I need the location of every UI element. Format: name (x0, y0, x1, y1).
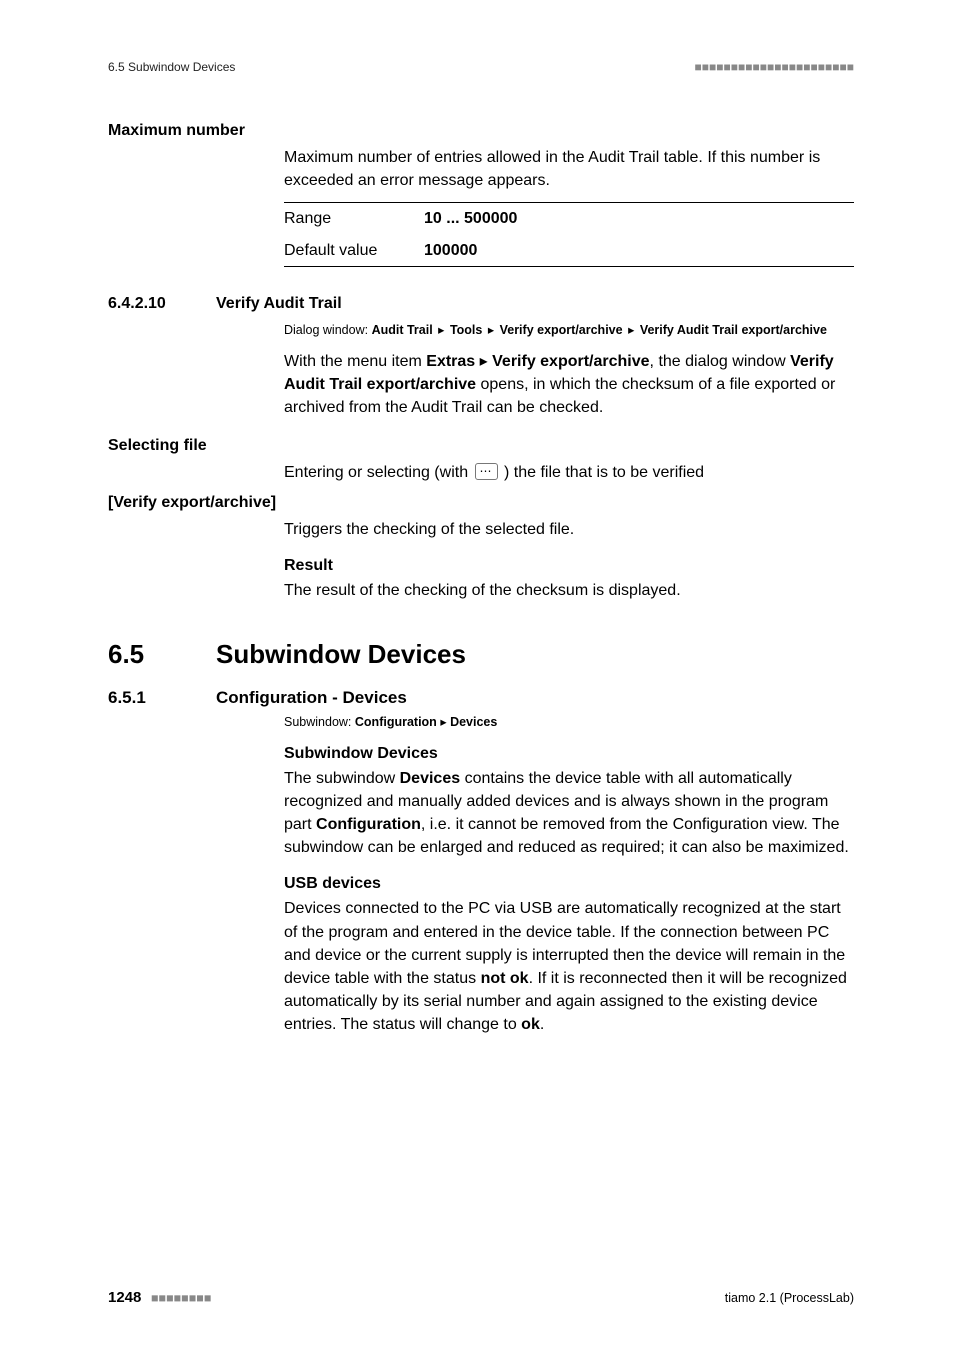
path-part: Verify Audit Trail export/archive (640, 323, 827, 337)
page-footer: 1248 ■■■■■■■■ tiamo 2.1 (ProcessLab) (108, 1289, 854, 1306)
ellipsis-icon: ⋯ (475, 463, 498, 480)
chevron-right-icon: ▸ (436, 321, 446, 340)
section-title: Configuration - Devices (216, 688, 407, 708)
subwindow-devices-body: The subwindow Devices contains the devic… (284, 767, 854, 860)
section-title: Subwindow Devices (216, 639, 466, 670)
maximum-number-desc: Maximum number of entries allowed in the… (284, 146, 854, 192)
path-prefix: Subwindow: (284, 715, 351, 729)
heading-selecting-file: Selecting file (108, 437, 854, 455)
running-header: 6.5 Subwindow Devices ■■■■■■■■■■■■■■■■■■… (108, 60, 854, 74)
result-body: The result of the checking of the checks… (284, 579, 854, 602)
footer-left: 1248 ■■■■■■■■ (108, 1289, 211, 1306)
result-desc: The result of the checking of the checks… (284, 579, 854, 602)
range-value: 10 ... 500000 (424, 203, 854, 235)
section-number: 6.5 (108, 639, 216, 670)
heading-subwindow-devices: Subwindow Devices (284, 745, 854, 763)
verify-audit-trail-paragraph: With the menu item Extras ▸ Verify expor… (284, 350, 854, 420)
default-label: Default value (284, 235, 424, 267)
table-row: Default value 100000 (284, 235, 854, 267)
section-title: Verify Audit Trail (216, 295, 342, 313)
section-6-5-1: 6.5.1 Configuration - Devices (108, 688, 854, 708)
section-6-5: 6.5 Subwindow Devices (108, 639, 854, 670)
subwindow-devices-paragraph: The subwindow Devices contains the devic… (284, 767, 854, 860)
verify-export-archive-body: Triggers the checking of the selected fi… (284, 518, 854, 541)
heading-result: Result (284, 557, 854, 575)
table-row: Range 10 ... 500000 (284, 203, 854, 235)
path-part: Configuration (355, 715, 437, 729)
maximum-number-body: Maximum number of entries allowed in the… (284, 146, 854, 267)
range-table: Range 10 ... 500000 Default value 100000 (284, 202, 854, 266)
footer-dots: ■■■■■■■■ (151, 1291, 211, 1305)
chevron-right-icon: ▸ (440, 715, 446, 729)
verify-export-archive-desc: Triggers the checking of the selected fi… (284, 518, 854, 541)
page-number: 1248 (108, 1289, 141, 1306)
range-label: Range (284, 203, 424, 235)
path-prefix: Dialog window: (284, 323, 368, 337)
path-part: Devices (450, 715, 497, 729)
heading-verify-export-archive: [Verify export/archive] (108, 494, 854, 512)
path-part: Tools (450, 323, 482, 337)
usb-devices-paragraph: Devices connected to the PC via USB are … (284, 897, 854, 1036)
subwindow-path: Subwindow: Configuration ▸ Devices (284, 714, 854, 729)
verify-audit-trail-body: With the menu item Extras ▸ Verify expor… (284, 350, 854, 420)
dialog-window-path: Dialog window: Audit Trail ▸ Tools ▸ Ver… (284, 321, 854, 340)
section-6-4-2-10: 6.4.2.10 Verify Audit Trail (108, 295, 854, 313)
header-dots: ■■■■■■■■■■■■■■■■■■■■■■ (695, 60, 854, 74)
page: 6.5 Subwindow Devices ■■■■■■■■■■■■■■■■■■… (0, 0, 954, 1350)
section-number: 6.4.2.10 (108, 295, 216, 313)
default-value: 100000 (424, 235, 854, 267)
footer-right: tiamo 2.1 (ProcessLab) (725, 1291, 854, 1305)
heading-maximum-number: Maximum number (108, 122, 854, 140)
chevron-right-icon: ▸ (486, 321, 496, 340)
selecting-file-paragraph: Entering or selecting (with ⋯ ) the file… (284, 461, 854, 484)
selecting-file-body: Entering or selecting (with ⋯ ) the file… (284, 461, 854, 484)
path-part: Verify export/archive (500, 323, 623, 337)
usb-devices-body: Devices connected to the PC via USB are … (284, 897, 854, 1036)
heading-usb-devices: USB devices (284, 875, 854, 893)
path-part: Audit Trail (372, 323, 433, 337)
section-number: 6.5.1 (108, 688, 216, 708)
header-left: 6.5 Subwindow Devices (108, 60, 235, 74)
chevron-right-icon: ▸ (626, 321, 636, 340)
